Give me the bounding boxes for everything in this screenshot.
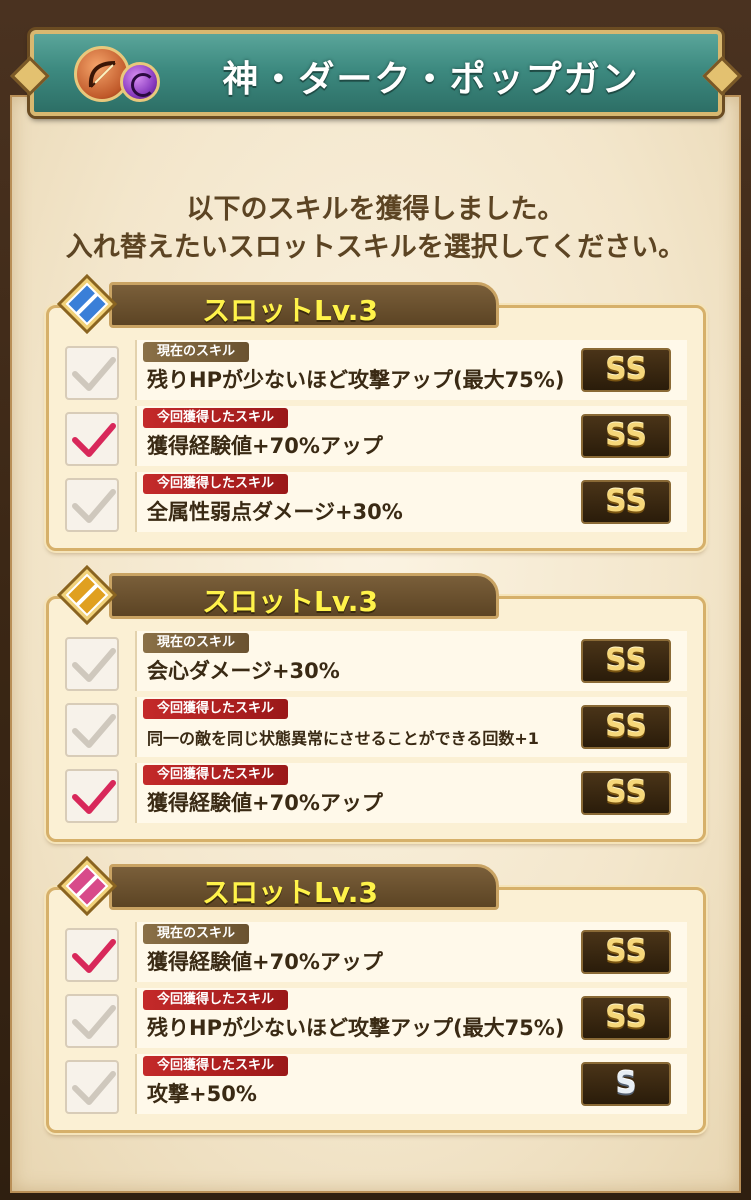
checked-checkbox-icon[interactable] xyxy=(65,928,119,982)
skill-row[interactable]: 今回獲得したスキル 同一の敵を同じ状態異常にさせることができる回数+1 SS xyxy=(61,697,691,763)
slot-group: スロットLv.3 現在のスキル 獲得経験値+70%アップ SS 今回獲得したスキ… xyxy=(46,856,706,1133)
skill-tag: 今回獲得したスキル xyxy=(143,474,289,494)
unchecked-checkbox-icon[interactable] xyxy=(65,478,119,532)
title-banner: 神・ダーク・ポップガン xyxy=(30,30,722,116)
rank-badge: SS xyxy=(581,480,671,524)
unchecked-checkbox-icon[interactable] xyxy=(65,994,119,1048)
slot-level-label: スロットLv.3 xyxy=(202,876,378,909)
checked-checkbox-icon[interactable] xyxy=(65,769,119,823)
skill-tag: 今回獲得したスキル xyxy=(143,408,289,428)
skill-name: 攻撃+50% xyxy=(147,1082,257,1106)
unchecked-checkbox-icon[interactable] xyxy=(65,1060,119,1114)
skill-name: 獲得経験値+70%アップ xyxy=(147,950,383,974)
slot-emblem-icon xyxy=(57,856,117,916)
skill-name: 全属性弱点ダメージ+30% xyxy=(147,500,403,524)
slot-emblem-icon xyxy=(57,565,117,625)
rank-badge: SS xyxy=(581,414,671,458)
skill-tag: 今回獲得したスキル xyxy=(143,990,289,1010)
skill-tag: 今回獲得したスキル xyxy=(143,699,289,719)
slot-emblem-icon xyxy=(57,274,117,334)
intro-line-1: 以下のスキルを獲得しました。 xyxy=(186,194,565,225)
skill-name: 同一の敵を同じ状態異常にさせることができる回数+1 xyxy=(147,729,539,748)
slot-level-label: スロットLv.3 xyxy=(202,585,378,618)
weapon-title: 神・ダーク・ポップガン xyxy=(222,59,640,100)
unchecked-checkbox-icon[interactable] xyxy=(65,703,119,757)
skill-name: 残りHPが少ないほど攻撃アップ(最大75%) xyxy=(147,368,565,392)
skill-tag: 現在のスキル xyxy=(143,924,250,944)
rank-badge: SS xyxy=(581,930,671,974)
intro-line-2: 入れ替えたいスロットスキルを選択してください。 xyxy=(65,232,686,263)
rank-badge: SS xyxy=(581,705,671,749)
skill-row[interactable]: 今回獲得したスキル 全属性弱点ダメージ+30% SS xyxy=(61,472,691,538)
skill-tag: 今回獲得したスキル xyxy=(143,765,289,785)
slot-group: スロットLv.3 現在のスキル 会心ダメージ+30% SS 今回獲得したスキル … xyxy=(46,565,706,842)
slot-level-label: スロットLv.3 xyxy=(202,294,378,327)
skill-name: 獲得経験値+70%アップ xyxy=(147,791,383,815)
rank-badge: SS xyxy=(581,639,671,683)
checked-checkbox-icon[interactable] xyxy=(65,412,119,466)
dark-element-icon xyxy=(120,62,160,102)
rank-badge: SS xyxy=(581,996,671,1040)
unchecked-checkbox-icon[interactable] xyxy=(65,346,119,400)
rank-badge: SS xyxy=(581,771,671,815)
skill-row[interactable]: 現在のスキル 会心ダメージ+30% SS xyxy=(61,631,691,697)
skill-row[interactable]: 今回獲得したスキル 獲得経験値+70%アップ SS xyxy=(61,763,691,829)
skill-row[interactable]: 今回獲得したスキル 攻撃+50% S xyxy=(61,1054,691,1120)
skill-row[interactable]: 今回獲得したスキル 獲得経験値+70%アップ SS xyxy=(61,406,691,472)
rank-badge: S xyxy=(581,1062,671,1106)
skill-row[interactable]: 今回獲得したスキル 残りHPが少ないほど攻撃アップ(最大75%) SS xyxy=(61,988,691,1054)
skill-row[interactable]: 現在のスキル 残りHPが少ないほど攻撃アップ(最大75%) SS xyxy=(61,340,691,406)
slot-group: スロットLv.3 現在のスキル 残りHPが少ないほど攻撃アップ(最大75%) S… xyxy=(46,274,706,551)
skill-tag: 現在のスキル xyxy=(143,342,250,362)
rank-badge: SS xyxy=(581,348,671,392)
skill-name: 残りHPが少ないほど攻撃アップ(最大75%) xyxy=(147,1016,565,1040)
skill-name: 会心ダメージ+30% xyxy=(147,659,340,683)
skill-tag: 現在のスキル xyxy=(143,633,250,653)
skill-tag: 今回獲得したスキル xyxy=(143,1056,289,1076)
skill-row[interactable]: 現在のスキル 獲得経験値+70%アップ SS xyxy=(61,922,691,988)
slot-tab: スロットLv.3 xyxy=(109,864,499,910)
skill-name: 獲得経験値+70%アップ xyxy=(147,434,383,458)
slot-tab: スロットLv.3 xyxy=(109,573,499,619)
unchecked-checkbox-icon[interactable] xyxy=(65,637,119,691)
slot-tab: スロットLv.3 xyxy=(109,282,499,328)
